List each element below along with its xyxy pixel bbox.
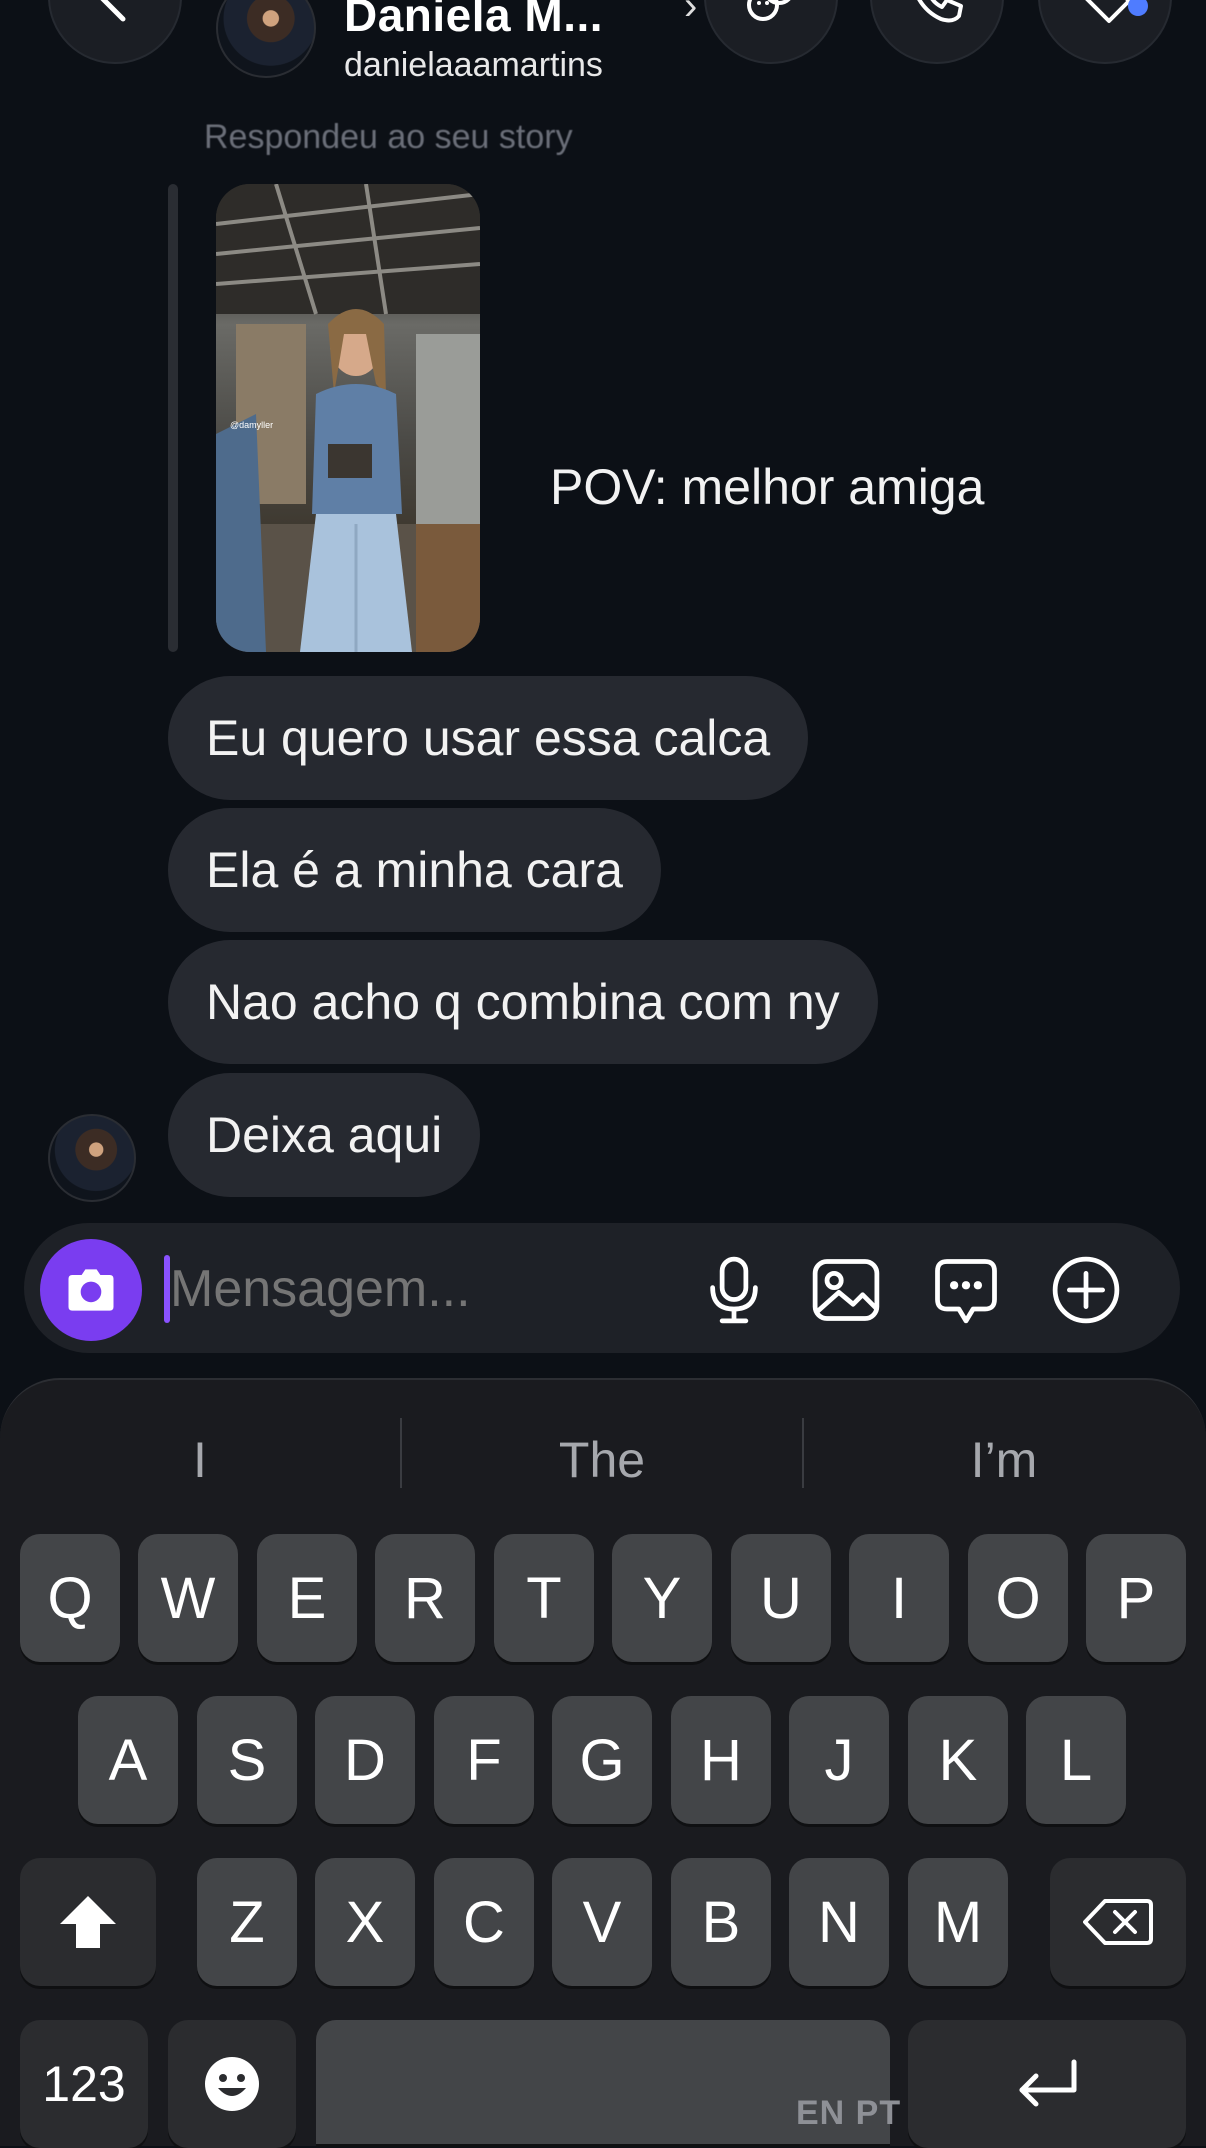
story-thumbnail[interactable]: @damyller <box>216 184 480 652</box>
backspace-icon <box>1083 1899 1153 1945</box>
key[interactable]: V <box>552 1858 652 1986</box>
suggestion[interactable]: The <box>402 1420 802 1500</box>
numbers-key[interactable]: 123 <box>20 2020 148 2148</box>
key[interactable]: J <box>789 1696 889 1824</box>
key[interactable]: W <box>138 1534 238 1662</box>
add-people-icon <box>747 0 791 21</box>
story-reply-bar <box>168 184 178 652</box>
key[interactable]: I <box>849 1534 949 1662</box>
header-avatar[interactable] <box>216 0 316 78</box>
suggestion[interactable]: I <box>0 1420 400 1500</box>
camera-icon <box>68 1269 114 1311</box>
key[interactable]: B <box>671 1858 771 1986</box>
sender-avatar[interactable] <box>48 1114 136 1202</box>
microphone-icon[interactable] <box>696 1252 772 1328</box>
camera-button[interactable] <box>40 1239 142 1341</box>
story-caption: POV: melhor amiga <box>550 459 985 515</box>
key[interactable]: T <box>494 1534 594 1662</box>
add-people-button[interactable] <box>704 0 838 64</box>
tag-button[interactable] <box>1038 0 1172 64</box>
key[interactable]: R <box>375 1534 475 1662</box>
story-watermark: @damyller <box>230 420 273 430</box>
audio-call-button[interactable] <box>870 0 1004 64</box>
suggestion[interactable]: I’m <box>804 1420 1204 1500</box>
message-bubble[interactable]: Ela é a minha cara <box>168 808 661 932</box>
story-reply-label: Respondeu ao seu story <box>204 118 573 156</box>
key[interactable]: Q <box>20 1534 120 1662</box>
key[interactable]: S <box>197 1696 297 1824</box>
message-bubble[interactable]: Eu quero usar essa calca <box>168 676 809 800</box>
key[interactable]: F <box>434 1696 534 1824</box>
key[interactable]: U <box>731 1534 831 1662</box>
key[interactable]: O <box>968 1534 1068 1662</box>
message-input[interactable] <box>170 1255 650 1323</box>
return-icon <box>1019 2059 1077 2107</box>
key[interactable]: H <box>671 1696 771 1824</box>
key[interactable]: M <box>908 1858 1008 1986</box>
key[interactable]: G <box>552 1696 652 1824</box>
phone-icon <box>917 0 963 23</box>
delete-key[interactable] <box>1050 1858 1186 1986</box>
emoji-key[interactable] <box>168 2020 296 2148</box>
message-bubble[interactable]: Nao acho q combina com ny <box>168 940 878 1064</box>
name-chevron-icon: › <box>684 0 698 28</box>
chevron-left-icon <box>100 0 126 22</box>
key[interactable]: D <box>315 1696 415 1824</box>
back-button[interactable] <box>48 0 182 64</box>
story-photo: @damyller <box>216 184 480 652</box>
contact-username[interactable]: danielaaamartins <box>344 46 603 85</box>
key[interactable]: Z <box>197 1858 297 1986</box>
keyboard-language: EN PT <box>796 2094 902 2132</box>
key[interactable]: X <box>315 1858 415 1986</box>
add-circle-icon[interactable] <box>1048 1252 1124 1328</box>
gallery-icon[interactable] <box>808 1252 884 1328</box>
contact-name[interactable]: Daniela M... <box>344 0 603 42</box>
shift-key[interactable] <box>20 1858 156 1986</box>
key[interactable]: K <box>908 1696 1008 1824</box>
emoji-icon <box>205 2057 259 2111</box>
key[interactable]: E <box>257 1534 357 1662</box>
message-bubble[interactable]: Deixa aqui <box>168 1073 481 1197</box>
key[interactable]: L <box>1026 1696 1126 1824</box>
key[interactable]: A <box>78 1696 178 1824</box>
shift-icon <box>60 1896 116 1948</box>
key[interactable]: C <box>434 1858 534 1986</box>
sticker-icon[interactable] <box>928 1252 1004 1328</box>
key[interactable]: N <box>789 1858 889 1986</box>
key[interactable]: Y <box>612 1534 712 1662</box>
key[interactable]: P <box>1086 1534 1186 1662</box>
return-key[interactable] <box>908 2020 1186 2148</box>
